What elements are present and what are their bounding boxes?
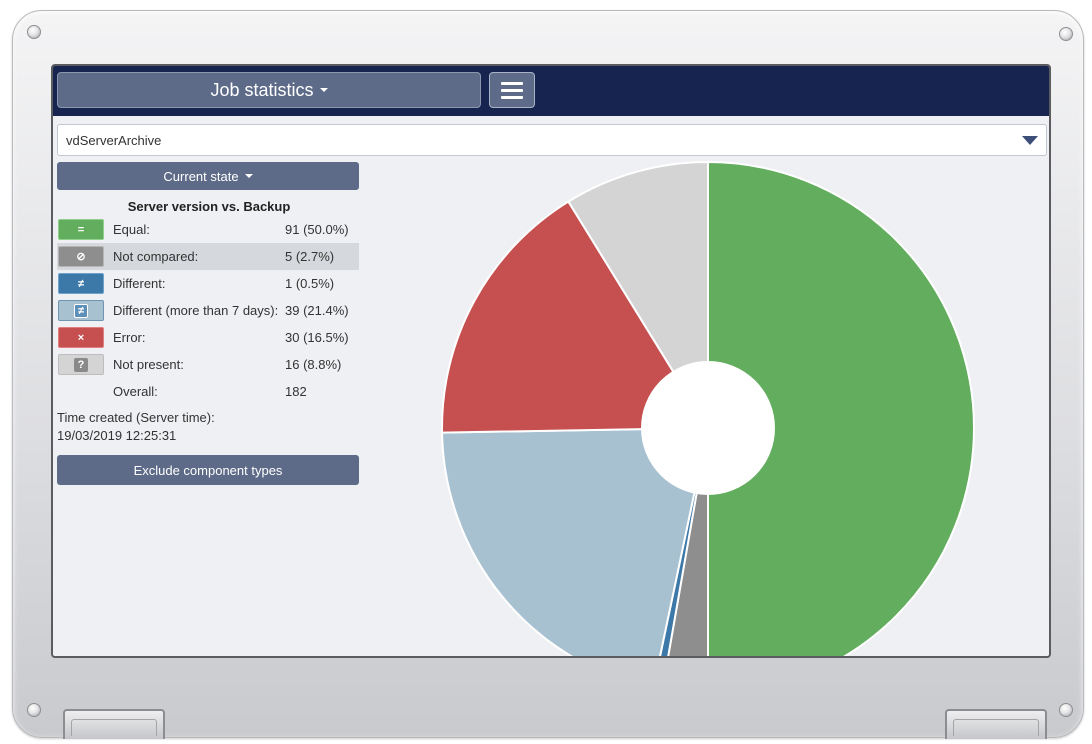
- device-foot-right: [945, 709, 1047, 739]
- status-pie-chart: [441, 160, 975, 656]
- screw-icon: [27, 25, 41, 39]
- device-foot-left: [63, 709, 165, 739]
- app-screen: Job statistics vdServerArchive Current s…: [51, 64, 1051, 658]
- screw-icon: [1059, 703, 1073, 717]
- screw-icon: [27, 703, 41, 717]
- screw-icon: [1059, 27, 1073, 41]
- donut-hole: [641, 361, 775, 495]
